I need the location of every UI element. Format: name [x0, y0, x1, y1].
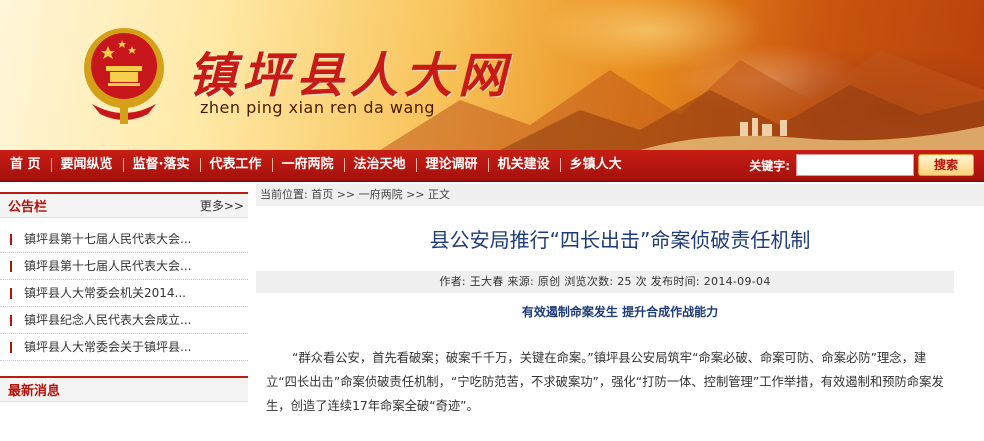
nav-item-theory-research[interactable]: 理论调研	[415, 149, 488, 181]
search-label: 关键字:	[749, 158, 790, 173]
notice-more-link[interactable]: 更多>>	[200, 197, 244, 214]
main-content: 公告栏 更多>> 镇坪县第十七届人民代表大会... 镇坪县第十七届人民代表大会.…	[0, 182, 984, 439]
nav-item-rule-of-law[interactable]: 法治天地	[343, 149, 416, 181]
notice-item-link[interactable]: 镇坪县第十七届人民代表大会...	[10, 232, 191, 246]
nav-item-news-overview[interactable]: 要闻纵览	[50, 149, 123, 181]
latest-news-header: 最新消息	[0, 376, 248, 402]
nav-item-representative-work[interactable]: 代表工作	[199, 149, 272, 181]
search-bar: 关键字: 搜索	[749, 154, 974, 176]
national-emblem-icon	[84, 28, 164, 124]
notice-item[interactable]: 镇坪县人大常委会机关2014...	[0, 280, 248, 307]
search-input[interactable]	[796, 154, 914, 176]
notice-board-title: 公告栏	[8, 200, 48, 215]
notice-item[interactable]: 镇坪县第十七届人民代表大会...	[0, 253, 248, 280]
notice-item[interactable]: 镇坪县纪念人民代表大会成立...	[0, 307, 248, 334]
site-title: 镇坪县人大网	[188, 48, 513, 104]
notice-item-link[interactable]: 镇坪县纪念人民代表大会成立...	[10, 313, 191, 327]
notice-item-link[interactable]: 镇坪县人大常委会关于镇坪县...	[10, 340, 191, 354]
article-panel: 当前位置: 首页 >> 一府两院 >> 正文 县公安局推行“四长出击”命案侦破责…	[256, 184, 984, 418]
article-body: “群众看公安，首先看破案；破案千千万，关键在命案。”镇坪县公安局筑牢“命案必破、…	[266, 351, 944, 413]
nav-item-organ-construction[interactable]: 机关建设	[487, 149, 560, 181]
sidebar: 公告栏 更多>> 镇坪县第十七届人民代表大会... 镇坪县第十七届人民代表大会.…	[0, 192, 248, 402]
nav-item-township-congress[interactable]: 乡镇人大	[559, 149, 632, 181]
latest-news-title: 最新消息	[8, 384, 61, 399]
breadcrumb: 当前位置: 首页 >> 一府两院 >> 正文	[256, 184, 984, 206]
nav-item-government-courts[interactable]: 一府两院	[271, 149, 344, 181]
article-meta: 作者: 王大春 来源: 原创 浏览次数: 25 次 发布时间: 2014-09-…	[256, 271, 954, 293]
notice-board-header: 公告栏 更多>>	[0, 192, 248, 218]
site-pinyin: zhen ping xian ren da wang	[200, 98, 436, 117]
notice-item[interactable]: 镇坪县人大常委会关于镇坪县...	[0, 334, 248, 361]
notice-item[interactable]: 镇坪县第十七届人民代表大会...	[0, 226, 248, 253]
notice-item-link[interactable]: 镇坪县人大常委会机关2014...	[10, 286, 186, 300]
main-nav: 首 页 要闻纵览 监督·落实 代表工作 一府两院 法治天地 理论调研 机关建设 …	[0, 150, 984, 182]
article-title: 县公安局推行“四长出击”命案侦破责任机制	[429, 228, 811, 252]
nav-item-home[interactable]: 首 页	[0, 149, 51, 181]
site-banner: 镇坪县人大网 zhen ping xian ren da wang	[0, 0, 984, 150]
search-button[interactable]: 搜索	[918, 154, 974, 176]
notice-item-link[interactable]: 镇坪县第十七届人民代表大会...	[10, 259, 191, 273]
notice-list: 镇坪县第十七届人民代表大会... 镇坪县第十七届人民代表大会... 镇坪县人大常…	[0, 218, 248, 361]
nav-item-supervision[interactable]: 监督·落实	[122, 149, 200, 181]
article-subtitle: 有效遏制命案发生 提升合成作战能力	[521, 305, 719, 319]
